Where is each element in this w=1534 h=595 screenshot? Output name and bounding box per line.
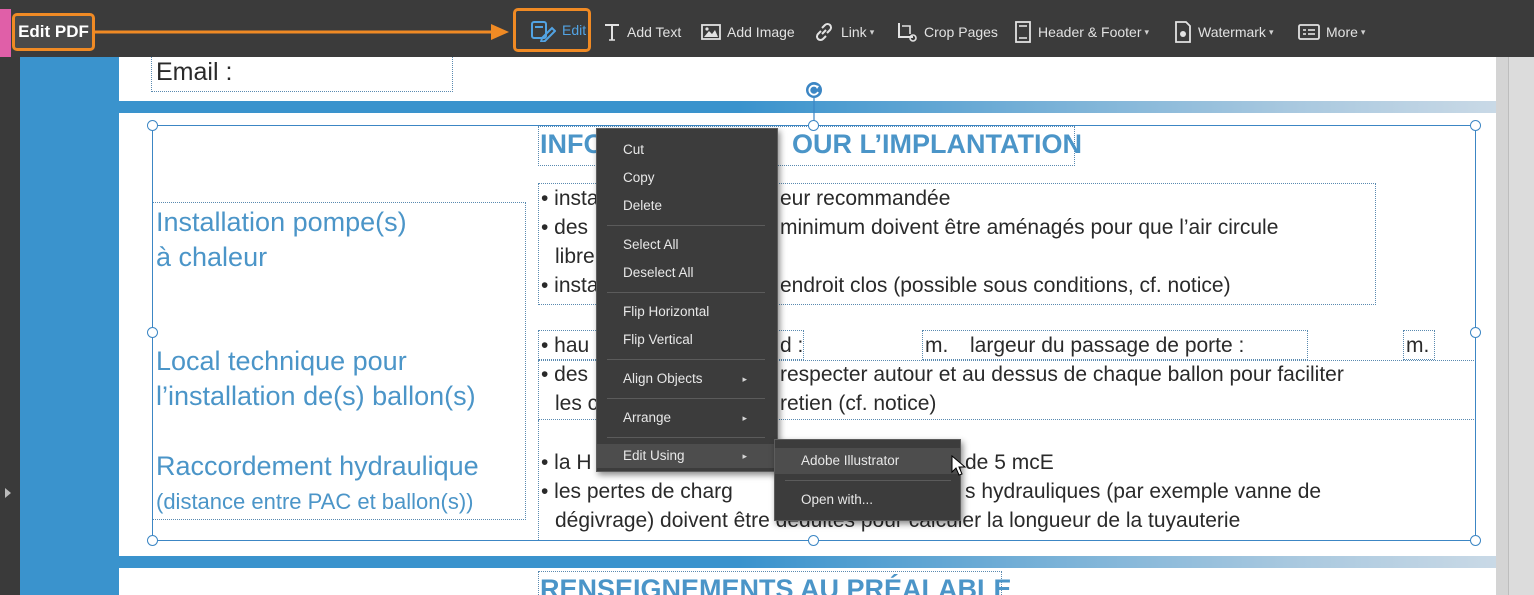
toolbar: Edit PDF Edit Add Text Add Image Link ▾ …	[0, 0, 1534, 57]
more-button[interactable]: More ▾	[1298, 16, 1365, 48]
watermark-icon	[1175, 21, 1191, 43]
resize-handle-top[interactable]	[808, 120, 819, 131]
submenu-arrow-icon: ▸	[742, 374, 747, 384]
link-dropdown-caret: ▾	[869, 26, 875, 37]
panel-indicator-strip	[0, 9, 11, 57]
menu-item-flip-vertical[interactable]: Flip Vertical	[597, 328, 777, 352]
email-label: Email :	[156, 58, 233, 86]
header-footer-button[interactable]: Header & Footer ▾	[1014, 16, 1149, 48]
menu-separator	[785, 480, 951, 481]
menu-item-flip-vertical-label: Flip Vertical	[623, 332, 693, 347]
menu-item-delete[interactable]: Delete	[597, 194, 777, 218]
menu-separator	[607, 292, 765, 293]
crop-pages-label: Crop Pages	[924, 24, 998, 40]
crop-icon	[898, 23, 917, 42]
menu-item-select-all-label: Select All	[623, 237, 679, 252]
vertical-scrollbar[interactable]	[1508, 57, 1534, 595]
link-label: Link	[841, 24, 867, 40]
add-text-button[interactable]: Add Text	[603, 16, 681, 48]
resize-handle-bottom-left[interactable]	[147, 535, 158, 546]
menu-item-select-all[interactable]: Select All	[597, 233, 777, 257]
resize-handle-top-left[interactable]	[147, 120, 158, 131]
resize-handle-left[interactable]	[147, 327, 158, 338]
link-button[interactable]: Link ▾	[813, 16, 874, 48]
submenu-item-adobe-illustrator-label: Adobe Illustrator	[801, 453, 900, 468]
header-footer-dropdown-caret: ▾	[1144, 26, 1150, 37]
edit-icon	[531, 21, 556, 42]
menu-item-edit-using-label: Edit Using	[623, 448, 685, 463]
bottom-heading: RENSEIGNEMENTS AU PRÉALABLE	[540, 574, 1012, 595]
menu-item-delete-label: Delete	[623, 198, 663, 213]
more-icon	[1298, 24, 1320, 40]
menu-item-copy[interactable]: Copy	[597, 166, 777, 190]
crop-pages-button[interactable]: Crop Pages	[896, 16, 998, 48]
menu-item-copy-label: Copy	[623, 170, 655, 185]
menu-item-cut[interactable]: Cut	[597, 138, 777, 162]
submenu-item-adobe-illustrator[interactable]: Adobe Illustrator	[775, 448, 960, 474]
watermark-dropdown-caret: ▾	[1268, 26, 1274, 37]
menu-item-edit-using[interactable]: Edit Using ▸	[597, 444, 777, 468]
edit-using-submenu: Adobe Illustrator Open with...	[774, 439, 961, 521]
menu-item-align-objects-label: Align Objects	[623, 371, 703, 386]
expand-panel-icon[interactable]	[5, 488, 11, 498]
menu-item-cut-label: Cut	[623, 142, 645, 157]
section-band-2	[119, 556, 1496, 568]
menu-separator	[607, 359, 765, 360]
submenu-item-open-with-label: Open with...	[801, 492, 874, 507]
menu-item-deselect-all[interactable]: Deselect All	[597, 261, 777, 285]
edit-pdf-title: Edit PDF	[12, 13, 95, 51]
mouse-cursor-icon	[951, 455, 967, 476]
image-icon	[701, 24, 721, 40]
link-icon	[815, 22, 833, 42]
header-footer-label: Header & Footer	[1038, 24, 1142, 40]
edit-button[interactable]: Edit	[513, 8, 591, 52]
submenu-item-open-with[interactable]: Open with...	[775, 487, 960, 513]
add-image-label: Add Image	[727, 24, 795, 40]
page-left-margin	[20, 57, 119, 595]
add-text-label: Add Text	[627, 24, 682, 40]
resize-handle-top-right[interactable]	[1470, 120, 1481, 131]
annotation-arrow	[95, 24, 509, 40]
menu-item-deselect-all-label: Deselect All	[623, 265, 694, 280]
menu-separator	[607, 437, 765, 438]
menu-item-flip-horizontal-label: Flip Horizontal	[623, 304, 710, 319]
edit-button-label: Edit	[562, 22, 587, 38]
more-label: More	[1326, 24, 1358, 40]
resize-handle-bottom-right[interactable]	[1470, 535, 1481, 546]
menu-separator	[607, 398, 765, 399]
menu-item-arrange[interactable]: Arrange ▸	[597, 406, 777, 430]
menu-separator	[607, 225, 765, 226]
header-footer-icon	[1015, 21, 1031, 43]
watermark-label: Watermark	[1198, 24, 1266, 40]
submenu-arrow-icon: ▸	[742, 413, 747, 423]
menu-item-flip-horizontal[interactable]: Flip Horizontal	[597, 300, 777, 324]
submenu-arrow-icon: ▸	[742, 451, 747, 461]
menu-item-align-objects[interactable]: Align Objects ▸	[597, 367, 777, 391]
add-image-button[interactable]: Add Image	[701, 16, 795, 48]
context-menu: Cut Copy Delete Select All Deselect All …	[596, 128, 778, 472]
watermark-button[interactable]: Watermark ▾	[1174, 16, 1273, 48]
menu-item-arrange-label: Arrange	[623, 410, 672, 425]
resize-handle-bottom[interactable]	[808, 535, 819, 546]
left-panel-collapsed	[0, 57, 20, 595]
more-dropdown-caret: ▾	[1360, 26, 1366, 37]
resize-handle-right[interactable]	[1470, 327, 1481, 338]
text-tool-icon	[605, 24, 619, 41]
